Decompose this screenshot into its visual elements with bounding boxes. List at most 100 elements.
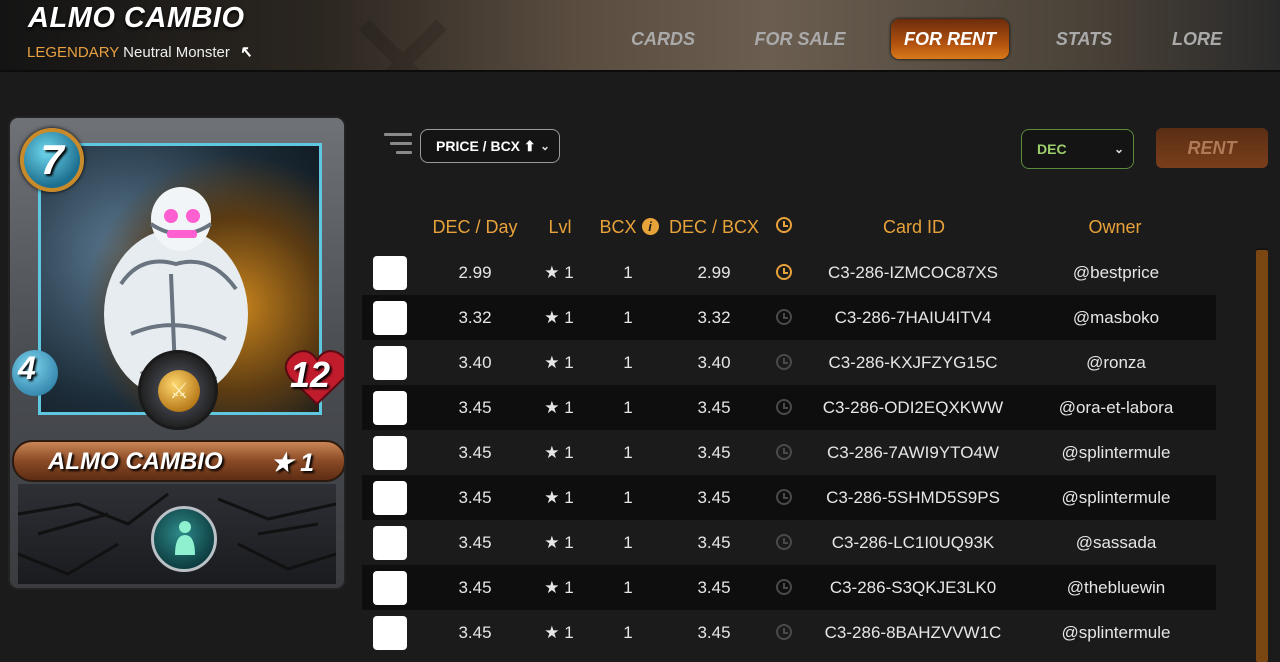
cell-dec-per-day: 3.45 [458,533,492,552]
page-header: ✕ ALMO CAMBIO LEGENDARY Neutral Monster … [0,0,1280,72]
row-checkbox[interactable] [373,481,407,515]
tab-for-sale[interactable]: FOR SALE [748,19,852,59]
neutral-element-icon: ↖ [238,44,255,61]
scrollbar-thumb[interactable] [1256,250,1268,662]
cell-bcx: 1 [623,353,633,372]
health-badge: 12 [284,348,344,408]
cell-dec-per-day: 2.99 [458,263,492,282]
row-checkbox[interactable] [373,391,407,425]
cell-level: ★ 1 [544,443,574,462]
cell-card-id: C3-286-5SHMD5S9PS [826,488,1000,507]
cell-bcx: 1 [623,443,633,462]
tab-cards[interactable]: CARDS [620,19,706,59]
mimic-ability-icon[interactable] [151,506,217,572]
currency-select-value: DEC [1037,141,1067,157]
table-row[interactable]: 3.45 ★ 1 1 3.45 C3-286-S3QKJE3LK0 @thebluewin [362,565,1216,610]
row-checkbox[interactable] [373,256,407,290]
cell-dec-per-day: 3.45 [458,578,492,597]
table-row[interactable]: 3.45 ★ 1 1 3.45 C3-286-7AWI9YTO4W @splintermu… [362,430,1216,475]
monster-card: 7 4 12 ⚔ ALMO CAMBIO ★ 1 [8,116,346,590]
rarity-label: LEGENDARY [27,44,119,61]
tab-stats[interactable]: STATS [1046,19,1122,59]
cell-card-id: C3-286-KXJFZYG15C [828,353,998,372]
header-bcx[interactable]: BCX i [596,216,662,238]
clock-icon [770,565,798,610]
speed-value: 4 [18,350,36,386]
clock-icon [770,475,798,520]
cell-owner: @thebluewin [1066,578,1166,597]
cell-card-id: C3-286-IZMCOC87XS [827,263,999,282]
header-owner[interactable]: Owner [1050,216,1180,238]
attack-badge: ⚔ [138,350,218,430]
cell-owner: @ora-et-labora [1058,398,1174,417]
row-checkbox[interactable] [373,571,407,605]
row-checkbox[interactable] [373,436,407,470]
sort-select-value: PRICE / BCX ⬆ [436,138,536,154]
health-value: 12 [290,354,331,395]
header-level[interactable]: Lvl [536,216,584,238]
table-row[interactable]: 3.45 ★ 1 1 3.45 C3-286-ODI2EQXKWW @ora-et-lab… [362,385,1216,430]
cell-card-id: C3-286-ODI2EQXKWW [822,398,1004,417]
mana-cost-badge: 7 [20,128,84,192]
sort-select[interactable]: PRICE / BCX ⬆ ⌄ [420,129,560,163]
ability-figure-icon [175,521,195,555]
cell-dec-per-day: 3.40 [458,353,492,372]
filter-icon[interactable] [384,133,412,159]
cell-dec-per-day: 3.32 [458,308,492,327]
cell-owner: @bestprice [1072,263,1160,282]
table-row[interactable]: 2.99 ★ 1 1 2.99 C3-286-IZMCOC87XS @bestprice [362,250,1216,295]
tab-for-rent[interactable]: FOR RENT [891,19,1009,59]
chevron-down-icon: ⌄ [1113,142,1124,156]
cell-dec-per-bcx: 3.45 [697,533,731,552]
cell-bcx: 1 [623,533,633,552]
row-checkbox[interactable] [373,301,407,335]
cell-bcx: 1 [623,488,633,507]
rent-button[interactable]: RENT [1156,128,1268,168]
cell-dec-per-day: 3.45 [458,398,492,417]
cell-level: ★ 1 [544,623,574,642]
card-level: ★ 1 [270,449,314,477]
cell-card-id: C3-286-S3QKJE3LK0 [829,578,997,597]
info-icon[interactable]: i [641,218,659,235]
cell-bcx: 1 [623,398,633,417]
cell-owner: @splintermule [1061,488,1171,507]
header-clock[interactable] [770,216,798,238]
cell-dec-per-bcx: 3.32 [697,308,731,327]
clock-icon [770,295,798,340]
header-dec-per-bcx[interactable]: DEC / BCX [664,216,764,238]
table-row[interactable]: 3.40 ★ 1 1 3.40 C3-286-KXJFZYG15C @ronza [362,340,1216,385]
header-dec-per-day[interactable]: DEC / Day [418,216,532,238]
clock-icon [770,340,798,385]
mana-cost-value: 7 [40,136,64,183]
cell-dec-per-bcx: 3.45 [697,578,731,597]
cell-level: ★ 1 [544,398,574,417]
cell-level: ★ 1 [544,488,574,507]
table-row[interactable]: 3.45 ★ 1 1 3.45 C3-286-LC1I0UQ93K @sassada [362,520,1216,565]
currency-select[interactable]: DEC ⌄ [1021,129,1134,169]
row-checkbox[interactable] [373,526,407,560]
cell-bcx: 1 [623,578,633,597]
table-row[interactable]: 3.45 ★ 1 1 3.45 C3-286-5SHMD5S9PS @splintermu… [362,475,1216,520]
row-checkbox[interactable] [373,346,407,380]
cell-dec-per-day: 3.45 [458,443,492,462]
table-row[interactable]: 3.45 ★ 1 1 3.45 C3-286-8BAHZVVW1C @splintermu… [362,610,1216,655]
clock-icon [770,610,798,655]
cell-owner: @ronza [1086,353,1146,372]
cell-dec-per-day: 3.45 [458,488,492,507]
chevron-down-icon: ⌄ [539,139,550,153]
card-subtitle: LEGENDARY Neutral Monster ↖ [27,42,255,62]
clock-icon [776,217,792,233]
cell-dec-per-bcx: 3.45 [697,398,731,417]
cell-dec-per-bcx: 3.45 [697,488,731,507]
tab-lore[interactable]: LORE [1164,19,1230,59]
header-card-id[interactable]: Card ID [844,216,984,238]
cell-owner: @splintermule [1061,623,1171,642]
row-checkbox[interactable] [373,616,407,650]
cell-card-id: C3-286-8BAHZVVW1C [824,623,1002,642]
cell-owner: @masboko [1072,308,1160,327]
clock-icon [770,520,798,565]
speed-badge: 4 [12,350,58,396]
table-row[interactable]: 3.32 ★ 1 1 3.32 C3-286-7HAIU4ITV4 @masboko [362,295,1216,340]
clock-icon [770,385,798,430]
card-title: ALMO CAMBIO [28,2,245,34]
